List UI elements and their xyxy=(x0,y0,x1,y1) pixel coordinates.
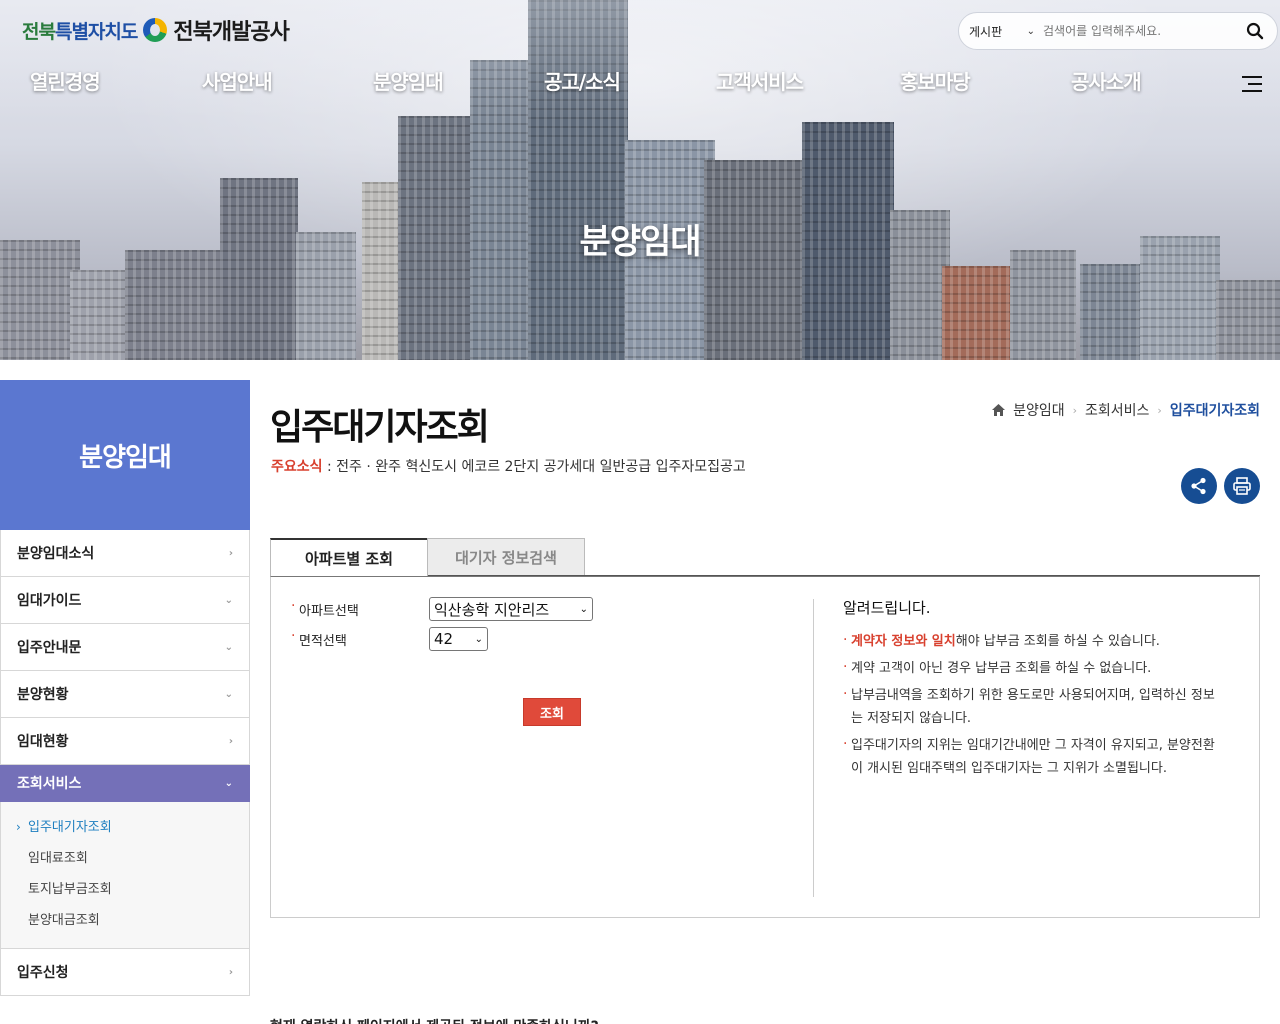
main-nav: 열린경영 사업안내 분양임대 공고/소식 고객서비스 홍보마당 공사소개 xyxy=(0,66,1280,100)
sidebar-item-label: 분양임대소식 xyxy=(17,546,95,562)
sidebar-item-label: 분양현황 xyxy=(17,687,69,703)
info-item: 계약자 정보와 일치해야 납부금 조회를 하실 수 있습니다. xyxy=(843,629,1223,653)
apt-select[interactable]: 익산송학 지안리즈 ⌄ xyxy=(429,597,593,621)
nav-item-business[interactable]: 사업안내 xyxy=(202,66,273,95)
info-box: 알려드립니다. 계약자 정보와 일치해야 납부금 조회를 하실 수 있습니다. … xyxy=(843,597,1223,784)
sidebar-item-lease-guide[interactable]: 임대가이드 ⌄ xyxy=(0,577,250,624)
hero-banner: 전북특별자치도 전북개발공사 게시판 ⌄ 열린경영 사업안내 분양임대 공고/소… xyxy=(0,0,1280,360)
apt-select-label: 아파트선택 xyxy=(291,598,429,619)
apt-select-row: 아파트선택 익산송학 지안리즈 ⌄ xyxy=(291,597,593,621)
search-icon xyxy=(1246,22,1264,40)
nav-item-sale-lease[interactable]: 분양임대 xyxy=(373,66,444,95)
share-icon xyxy=(1191,477,1206,495)
submenu-item-waiting-list[interactable]: 입주대기자조회 xyxy=(1,812,249,843)
notice-label: 주요소식 xyxy=(271,459,323,475)
chevron-down-icon: ⌄ xyxy=(224,594,233,606)
sidebar-item-label: 입주안내문 xyxy=(17,640,82,656)
chevron-right-icon: › xyxy=(228,966,233,978)
logo-corp-name: 전북개발공사 xyxy=(173,20,289,45)
info-item: 계약 고객이 아닌 경우 납부금 조회를 하실 수 없습니다. xyxy=(843,656,1223,680)
chevron-down-icon: ⌄ xyxy=(1026,25,1035,37)
sidebar-item-lease-status[interactable]: 임대현황 › xyxy=(0,718,250,765)
tab-waiting-search[interactable]: 대기자 정보검색 xyxy=(427,538,585,576)
sidebar-item-label: 임대가이드 xyxy=(17,593,82,609)
nav-item-open-management[interactable]: 열린경영 xyxy=(30,66,101,95)
breadcrumb-current: 입주대기자조회 xyxy=(1169,403,1260,419)
tab-by-apartment[interactable]: 아파트별 조회 xyxy=(270,538,428,576)
chevron-right-icon: › xyxy=(228,735,233,747)
print-icon xyxy=(1233,477,1251,495)
chevron-down-icon: ⌄ xyxy=(474,633,483,645)
notice-link[interactable]: : 전주 · 완주 혁신도시 에코르 2단지 공가세대 일반공급 입주자모집공고 xyxy=(323,459,746,475)
sidebar-item-sale-news[interactable]: 분양임대소식 › xyxy=(0,530,250,577)
nav-item-customer[interactable]: 고객서비스 xyxy=(716,66,804,95)
logo-mark-icon xyxy=(143,18,168,42)
logo-province: 전북특별자치도 xyxy=(22,20,138,43)
nav-item-notices[interactable]: 공고/소식 xyxy=(544,66,621,95)
sidebar-title: 분양임대 xyxy=(0,380,250,530)
sidebar: 분양임대 분양임대소식 › 임대가이드 ⌄ 입주안내문 ⌄ 분양현황 ⌄ 임대현황 › 조… xyxy=(0,380,250,996)
submenu-item-sale-payment[interactable]: 분양대금조회 xyxy=(1,905,249,936)
breadcrumb-item[interactable]: 조회서비스 xyxy=(1085,400,1149,420)
panel-divider xyxy=(813,599,814,897)
sidebar-item-label: 입주신청 xyxy=(17,965,69,981)
search-submit-button[interactable]: 조회 xyxy=(523,698,581,726)
search-bar: 게시판 ⌄ xyxy=(958,12,1278,50)
nav-item-about[interactable]: 공사소개 xyxy=(1071,66,1142,95)
inquiry-panel: 아파트선택 익산송학 지안리즈 ⌄ 면적선택 42 ⌄ 조회 알려드립니다. 계… xyxy=(270,576,1260,918)
sidebar-item-move-in-apply[interactable]: 입주신청 › xyxy=(0,949,250,996)
chevron-right-icon: › xyxy=(1072,403,1078,417)
sidebar-item-inquiry-service[interactable]: 조회서비스 ⌄ xyxy=(0,765,250,802)
chevron-down-icon: ⌄ xyxy=(224,688,233,700)
search-scope-select[interactable]: 게시판 ⌄ xyxy=(959,23,1043,40)
sidebar-item-label: 임대현황 xyxy=(17,734,69,750)
chevron-down-icon: ⌄ xyxy=(224,641,233,653)
search-input[interactable] xyxy=(1043,24,1239,38)
apt-select-value: 익산송학 지안리즈 xyxy=(434,600,550,619)
breadcrumb: 분양임대 › 조회서비스 › 입주대기자조회 xyxy=(992,400,1260,420)
area-select-label: 면적선택 xyxy=(291,628,429,649)
nav-item-pr[interactable]: 홍보마당 xyxy=(900,66,971,95)
chevron-right-icon: › xyxy=(228,547,233,559)
area-select-value: 42 xyxy=(434,630,454,648)
share-button[interactable] xyxy=(1181,468,1217,504)
area-select[interactable]: 42 ⌄ xyxy=(429,627,488,651)
sidebar-item-sale-status[interactable]: 분양현황 ⌄ xyxy=(0,671,250,718)
satisfaction-question: 현재 열람하신 페이지에서 제공된 정보에 만족하십니까? xyxy=(270,1016,599,1024)
menu-icon[interactable] xyxy=(1240,74,1264,94)
page-title: 입주대기자조회 xyxy=(270,407,490,448)
sidebar-submenu: 입주대기자조회 임대료조회 토지납부금조회 분양대금조회 xyxy=(0,802,250,949)
chevron-right-icon: › xyxy=(1157,403,1162,417)
search-button[interactable] xyxy=(1239,15,1271,47)
info-highlight: 계약자 정보와 일치 xyxy=(851,634,956,649)
notice-ticker: 주요소식 : 전주 · 완주 혁신도시 에코르 2단지 공가세대 일반공급 입주… xyxy=(271,456,746,476)
breadcrumb-item[interactable]: 분양임대 xyxy=(1013,400,1065,420)
info-title: 알려드립니다. xyxy=(843,599,931,617)
info-item: 입주대기자의 지위는 임대기간내에만 그 자격이 유지되고, 분양전환이 개시된… xyxy=(843,733,1223,780)
hero-title: 분양임대 xyxy=(579,222,701,262)
submenu-item-rent[interactable]: 임대료조회 xyxy=(1,843,249,874)
search-scope-value: 게시판 xyxy=(969,24,1003,39)
home-icon[interactable] xyxy=(992,404,1006,416)
site-logo[interactable]: 전북특별자치도 전북개발공사 xyxy=(22,14,290,46)
chevron-down-icon: ⌄ xyxy=(224,777,233,789)
tab-bar: 아파트별 조회 대기자 정보검색 xyxy=(270,538,585,576)
submenu-item-land-payment[interactable]: 토지납부금조회 xyxy=(1,874,249,905)
sidebar-item-move-in-guide[interactable]: 입주안내문 ⌄ xyxy=(0,624,250,671)
sidebar-item-label: 조회서비스 xyxy=(17,776,82,792)
print-button[interactable] xyxy=(1224,468,1260,504)
chevron-down-icon: ⌄ xyxy=(579,603,588,615)
info-text: 해야 납부금 조회를 하실 수 있습니다. xyxy=(955,634,1160,649)
area-select-row: 면적선택 42 ⌄ xyxy=(291,627,488,651)
info-item: 납부금내역을 조회하기 위한 용도로만 사용되어지며, 입력하신 정보는 저장되… xyxy=(843,683,1223,730)
